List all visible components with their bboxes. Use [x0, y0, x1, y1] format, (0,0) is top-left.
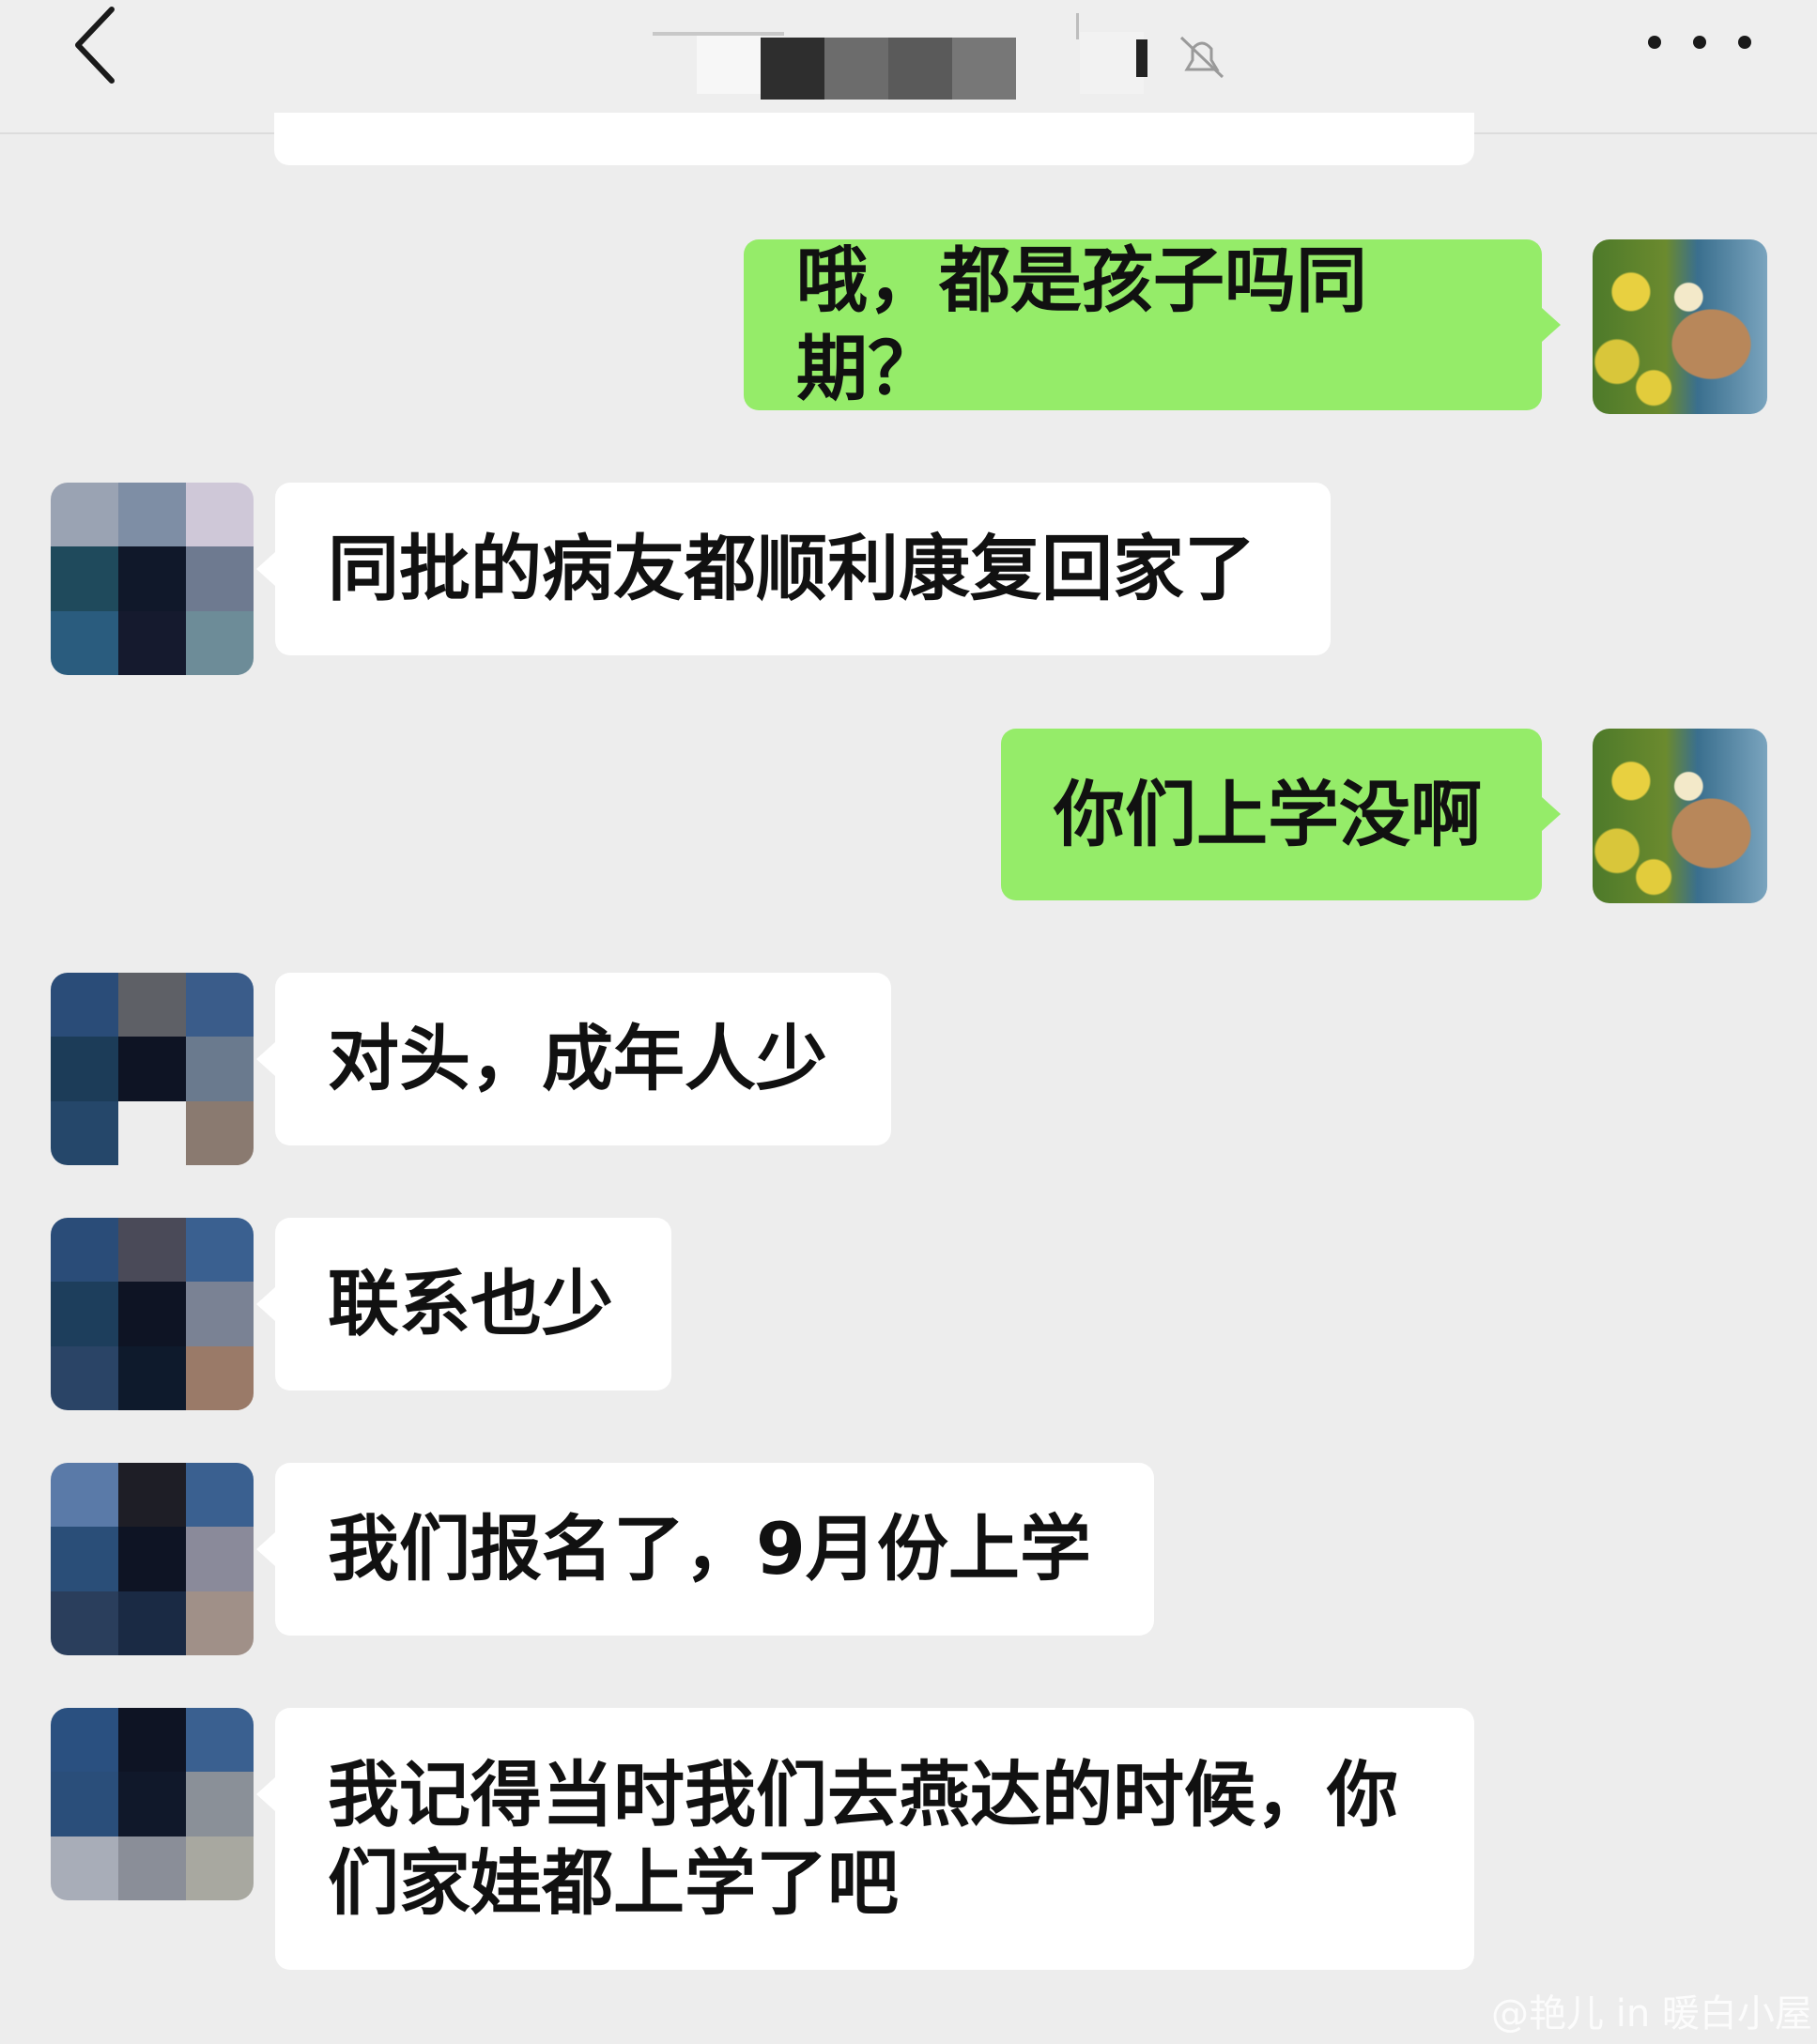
- message-text: 我记得当时我们去燕达的时候，你们家娃都上学了吧: [328, 1752, 1398, 1925]
- watermark: @艳儿 in 暖白小屋: [1491, 1992, 1812, 2036]
- message-bubble[interactable]: 我记得当时我们去燕达的时候，你们家娃都上学了吧: [275, 1708, 1474, 1970]
- chat-title-redacted: [653, 13, 1240, 107]
- contact-avatar[interactable]: [51, 1708, 254, 1900]
- mute-bell-icon: [1179, 36, 1224, 79]
- message-bubble[interactable]: 同批的病友都顺利康复回家了: [275, 483, 1331, 655]
- message-text: 哦，都是孩子吗同期？: [796, 238, 1367, 410]
- message-text: 联系也少: [328, 1262, 613, 1345]
- message-bubble[interactable]: 你们上学没啊: [1001, 729, 1542, 900]
- message-text: 我们报名了，9月份上学: [328, 1507, 1091, 1591]
- contact-avatar[interactable]: [51, 1218, 254, 1410]
- previous-message-bubble: [274, 113, 1474, 165]
- message-text: 你们上学没啊: [1054, 772, 1482, 856]
- contact-avatar[interactable]: [51, 483, 254, 675]
- message-bubble[interactable]: 哦，都是孩子吗同期？: [744, 238, 1542, 410]
- message-bubble[interactable]: 对头，成年人少: [275, 973, 891, 1145]
- chevron-left-icon: [75, 6, 115, 84]
- message-bubble[interactable]: 联系也少: [275, 1218, 671, 1391]
- message-text: 对头，成年人少: [328, 1017, 827, 1100]
- more-dots-icon: [1648, 36, 1661, 49]
- message-text: 同批的病友都顺利康复回家了: [328, 527, 1255, 610]
- self-avatar[interactable]: [1593, 729, 1767, 903]
- self-avatar[interactable]: [1593, 239, 1767, 414]
- back-button[interactable]: [62, 0, 128, 89]
- more-button[interactable]: [1648, 19, 1751, 66]
- contact-avatar[interactable]: [51, 973, 254, 1165]
- contact-avatar[interactable]: [51, 1463, 254, 1655]
- message-bubble[interactable]: 我们报名了，9月份上学: [275, 1463, 1154, 1636]
